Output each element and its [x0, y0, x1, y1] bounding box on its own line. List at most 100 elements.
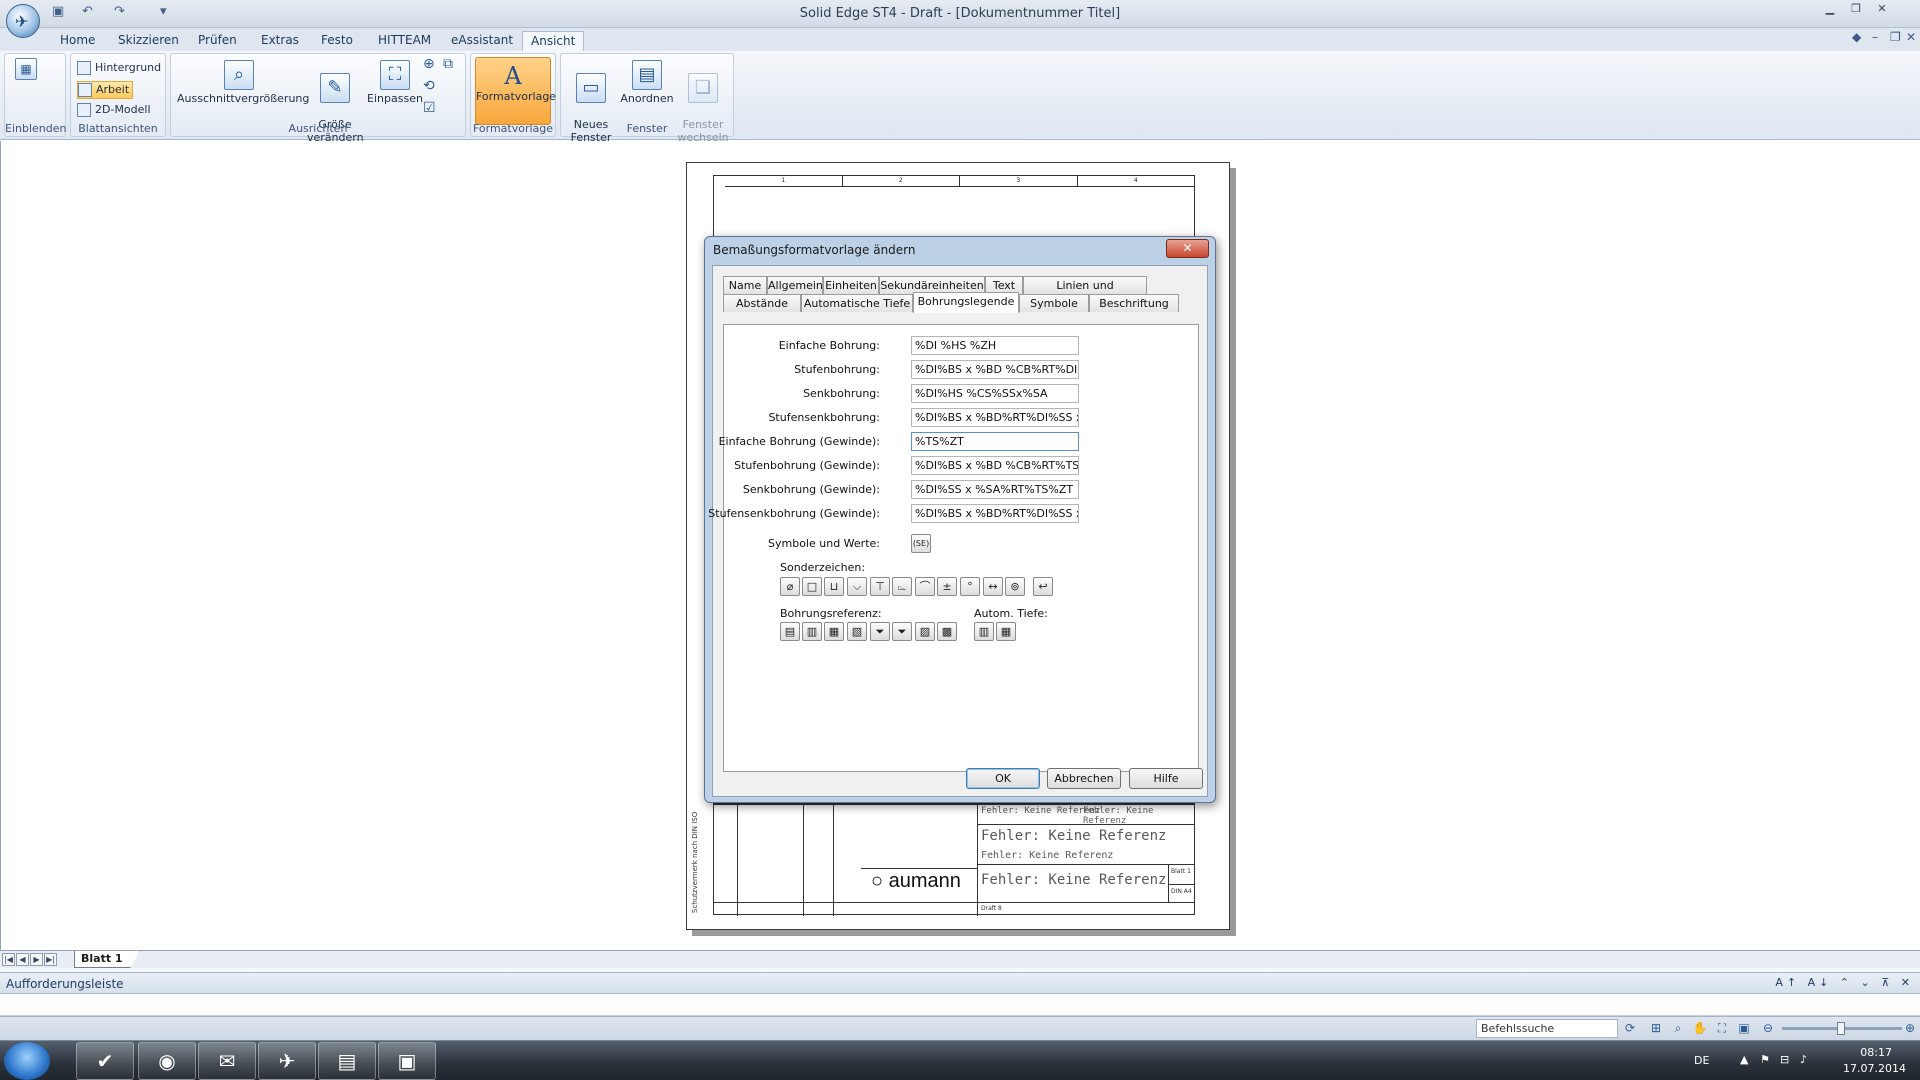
doc-close-icon[interactable]: ✕: [1906, 30, 1916, 44]
taskbar-checkmark-app-icon[interactable]: ✔: [76, 1042, 134, 1080]
pan-icon[interactable]: ⧉: [443, 57, 453, 71]
sheet-tab-blatt1[interactable]: Blatt 1: [74, 951, 140, 968]
hole-ref-button-5[interactable]: ⏷: [870, 622, 890, 641]
next-sheet-icon[interactable]: ▶: [30, 953, 43, 966]
restore-button[interactable]: ❐: [1844, 2, 1868, 18]
hole-ref-button-6[interactable]: ⏷: [892, 622, 912, 641]
hole-ref-button-4[interactable]: ▧: [847, 622, 867, 641]
tab-hitteam[interactable]: HITTEAM: [370, 31, 439, 51]
tray-expand-icon[interactable]: ▲: [1740, 1053, 1748, 1066]
statistical-symbol-button[interactable]: ⊚: [1005, 577, 1025, 596]
senkbohrung-input[interactable]: %DI%HS %CS%SSx%SA: [911, 384, 1079, 403]
square-symbol-button[interactable]: □: [802, 577, 822, 596]
hole-ref-button-2[interactable]: ▥: [802, 622, 822, 641]
taskbar-solid-edge-icon[interactable]: ✈: [258, 1042, 316, 1080]
doc-minimize-icon[interactable]: –: [1872, 30, 1878, 44]
last-sheet-icon[interactable]: ▶|: [44, 953, 57, 966]
stufenbohrung-gewinde-input[interactable]: %DI%BS x %BD %CB%RT%TS%ZT: [911, 456, 1079, 475]
degree-symbol-button[interactable]: °: [960, 577, 980, 596]
fit-status-icon[interactable]: ⛶: [1714, 1020, 1730, 1036]
application-button[interactable]: ✈: [6, 4, 40, 38]
prev-sheet-icon[interactable]: ◀: [16, 953, 29, 966]
cancel-button[interactable]: Abbrechen: [1047, 768, 1121, 789]
line-break-symbol-button[interactable]: ↩: [1033, 577, 1053, 596]
counterbore-symbol-button[interactable]: ⊔: [824, 577, 844, 596]
plus-minus-symbol-button[interactable]: ±: [937, 577, 957, 596]
network-icon[interactable]: ⊟: [1780, 1053, 1789, 1066]
anordnen-button[interactable]: ▤ Anordnen: [619, 60, 675, 105]
tab-beschriftung[interactable]: Beschriftung: [1089, 294, 1179, 312]
doc-restore-icon[interactable]: ❐: [1890, 30, 1901, 44]
language-indicator[interactable]: DE: [1694, 1054, 1709, 1067]
flag-icon[interactable]: ⚑: [1760, 1053, 1770, 1066]
update-view-icon[interactable]: ☑: [423, 101, 436, 115]
einfache-bohrung-gewinde-input[interactable]: %TS%ZT: [911, 432, 1079, 451]
symbols-values-button[interactable]: (SE): [911, 534, 931, 553]
help-button[interactable]: Hilfe: [1129, 768, 1203, 789]
ok-button[interactable]: OK: [966, 768, 1040, 789]
taskbar-explorer-icon[interactable]: ▤: [318, 1042, 376, 1080]
depth-symbol-button[interactable]: ⊤: [870, 577, 890, 596]
taskbar-remote-desktop-icon[interactable]: ▣: [378, 1042, 436, 1080]
diameter-symbol-button[interactable]: ⌀: [780, 577, 800, 596]
hintergrund-button[interactable]: Hintergrund: [77, 60, 161, 78]
tab-festo[interactable]: Festo: [313, 31, 361, 51]
countersink-symbol-button[interactable]: ⌵: [847, 577, 867, 596]
prompt-controls[interactable]: A↑ A↓ ⌃ ⌄ ⊼ ✕: [1775, 976, 1914, 989]
taskbar-outlook-icon[interactable]: ✉: [198, 1042, 256, 1080]
close-button[interactable]: ✕: [1870, 2, 1894, 18]
tab-eassistant[interactable]: eAssistant: [443, 31, 521, 51]
2d-modell-button[interactable]: 2D-Modell: [77, 102, 151, 120]
pan-status-icon[interactable]: ✋: [1692, 1020, 1708, 1036]
senkbohrung-gewinde-input[interactable]: %DI%SS x %SA%RT%TS%ZT: [911, 480, 1079, 499]
between-symbol-button[interactable]: ↔: [983, 577, 1003, 596]
first-sheet-icon[interactable]: |◀: [2, 953, 15, 966]
arc-symbol-button[interactable]: ⌒: [915, 577, 935, 596]
tab-home[interactable]: Home: [52, 31, 103, 51]
command-search-input[interactable]: Befehlssuche: [1476, 1019, 1618, 1038]
stufenbohrung-input[interactable]: %DI%BS x %BD %CB%RT%DI%HS: [911, 360, 1079, 379]
tab-einheiten[interactable]: Einheiten: [823, 276, 879, 294]
volume-icon[interactable]: ♪: [1800, 1053, 1807, 1066]
previous-view-icon[interactable]: ⟲: [423, 79, 435, 93]
hole-ref-button-3[interactable]: ▦: [824, 622, 844, 641]
stufensenkbohrung-gewinde-input[interactable]: %DI%BS x %BD%RT%DI%SS x %S: [911, 504, 1079, 523]
taskbar-firefox-icon[interactable]: ◉: [138, 1042, 196, 1080]
tab-extras[interactable]: Extras: [253, 31, 307, 51]
zoom-slider-thumb[interactable]: [1837, 1022, 1845, 1035]
tab-automatische-tiefe[interactable]: Automatische Tiefe: [801, 294, 913, 312]
auto-depth-button-2[interactable]: ▦: [996, 622, 1016, 641]
zoom-out-icon[interactable]: ⊖: [1760, 1020, 1776, 1036]
zoom-in-icon[interactable]: ⊕: [1902, 1020, 1918, 1036]
slope-symbol-button[interactable]: ⌳: [892, 577, 912, 596]
tab-ansicht[interactable]: Ansicht: [522, 31, 585, 51]
hole-ref-button-1[interactable]: ▤: [780, 622, 800, 641]
tab-symbole[interactable]: Symbole: [1019, 294, 1089, 312]
tab-bohrungslegende[interactable]: Bohrungslegende: [913, 292, 1019, 313]
clock-time[interactable]: 08:17: [1860, 1046, 1892, 1059]
ausschnittvergroesserung-button[interactable]: ⌕ Ausschnittvergrößerung: [177, 60, 309, 105]
dialog-close-button[interactable]: ✕: [1166, 239, 1209, 258]
auto-depth-button-1[interactable]: ▥: [974, 622, 994, 641]
einfache-bohrung-input[interactable]: %DI %HS %ZH: [911, 336, 1079, 355]
formatvorlage-button[interactable]: A Formatvorlage: [475, 57, 556, 125]
tab-abstaende[interactable]: Abstände: [723, 294, 801, 312]
einblenden-button[interactable]: ▦: [11, 58, 41, 82]
hole-ref-button-7[interactable]: ▨: [915, 622, 935, 641]
arbeit-button[interactable]: Arbeit: [77, 81, 134, 99]
refresh-icon[interactable]: ⟳: [1622, 1020, 1638, 1036]
minimize-button[interactable]: ▁: [1818, 2, 1842, 18]
stufensenkbohrung-input[interactable]: %DI%BS x %BD%RT%DI%SS x %S: [911, 408, 1079, 427]
clock-date[interactable]: 17.07.2014: [1843, 1062, 1906, 1075]
zoom-slider[interactable]: [1782, 1022, 1902, 1035]
view-status-icon[interactable]: ▣: [1736, 1020, 1752, 1036]
zoom-status-icon[interactable]: ⌕: [1670, 1020, 1686, 1036]
hole-ref-button-8[interactable]: ▩: [937, 622, 957, 641]
prompt-text-area[interactable]: [0, 994, 1920, 1016]
einpassen-button[interactable]: ⛶ Einpassen: [367, 60, 423, 105]
tab-pruefen[interactable]: Prüfen: [190, 31, 245, 51]
help-icon[interactable]: ◆: [1852, 30, 1861, 44]
zoom-area-status-icon[interactable]: ⊞: [1648, 1020, 1664, 1036]
zoom-icon[interactable]: ⊕: [423, 57, 435, 71]
tab-name[interactable]: Name: [723, 276, 767, 294]
